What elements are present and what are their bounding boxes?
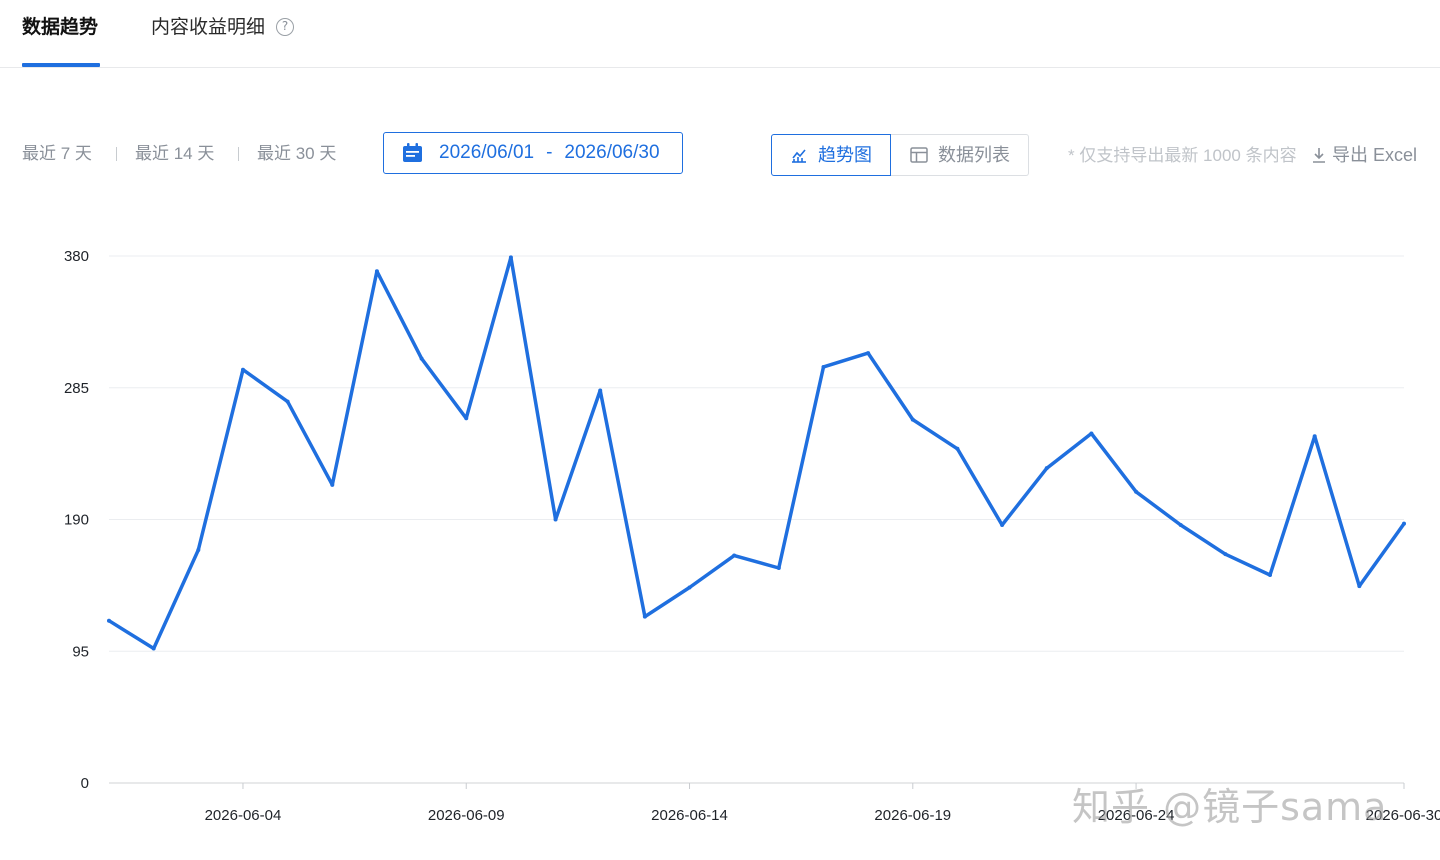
- data-point: [1178, 523, 1183, 528]
- data-point: [910, 417, 915, 422]
- export-excel-button[interactable]: 导出 Excel: [1312, 144, 1417, 166]
- table-view-label: 数据列表: [938, 145, 1010, 165]
- data-point: [1312, 434, 1317, 439]
- data-point: [419, 356, 424, 361]
- x-tick-label: 2026-06-14: [651, 807, 728, 824]
- date-end: 2026/06/30: [564, 142, 660, 163]
- data-point: [330, 482, 335, 487]
- data-point: [1268, 572, 1273, 577]
- table-icon: [910, 147, 928, 163]
- range-last-14-days[interactable]: 最近 14 天: [135, 142, 214, 166]
- data-point: [1044, 466, 1049, 471]
- data-point: [374, 269, 379, 274]
- data-point: [107, 618, 111, 623]
- data-point: [464, 416, 469, 421]
- date-separator: -: [546, 142, 553, 163]
- data-point: [642, 614, 647, 619]
- data-point: [821, 364, 826, 369]
- data-point: [732, 553, 737, 558]
- line-chart-icon: [792, 149, 806, 163]
- y-tick-label: 380: [64, 248, 89, 265]
- series-line: [107, 255, 1406, 651]
- active-tab-indicator: [22, 63, 100, 67]
- calendar-icon: [403, 143, 422, 162]
- date-start: 2026/06/01: [439, 142, 535, 163]
- x-tick-label: 2026-06-19: [874, 807, 951, 824]
- data-point: [285, 399, 290, 404]
- y-tick-label: 95: [72, 643, 89, 660]
- data-point: [1000, 523, 1005, 528]
- range-divider: [238, 147, 239, 161]
- data-point: [955, 446, 960, 451]
- tab-content-revenue-detail[interactable]: 内容收益明细: [151, 14, 265, 42]
- data-point: [776, 566, 781, 571]
- data-point: [866, 351, 871, 356]
- table-view-button[interactable]: 数据列表: [891, 134, 1029, 176]
- data-point: [598, 388, 603, 393]
- watermark: 知乎 @镜子sama: [1072, 785, 1388, 829]
- data-point: [1402, 521, 1406, 526]
- data-point: [196, 548, 201, 553]
- date-range-picker[interactable]: 2026/06/01-2026/06/30: [383, 132, 683, 174]
- export-limit-note: * 仅支持导出最新 1000 条内容: [1068, 146, 1297, 165]
- trend-view-button[interactable]: 趋势图: [771, 134, 891, 176]
- range-last-30-days[interactable]: 最近 30 天: [257, 142, 336, 166]
- trend-line-chart: 0 95 190 285 380 2026-06-04 2026-06-09 2026-06-…: [64, 248, 1440, 824]
- trend-view-label: 趋势图: [818, 145, 872, 165]
- download-icon: [1313, 148, 1325, 163]
- data-point: [1223, 552, 1228, 557]
- data-point: [240, 367, 245, 372]
- range-last-7-days[interactable]: 最近 7 天: [22, 142, 92, 166]
- data-point: [1134, 489, 1139, 494]
- y-tick-label: 190: [64, 512, 89, 529]
- range-divider: [116, 147, 117, 161]
- y-tick-label: 0: [81, 775, 89, 792]
- tab-data-trend[interactable]: 数据趋势: [22, 14, 98, 42]
- tab-bar: 数据趋势 内容收益明细 ?: [0, 0, 1440, 68]
- data-point: [508, 255, 513, 260]
- data-point: [1089, 431, 1094, 436]
- x-tick-label: 2026-06-04: [205, 807, 282, 824]
- question-circle-icon[interactable]: ?: [276, 18, 294, 36]
- data-point: [151, 646, 156, 651]
- data-point: [553, 517, 558, 522]
- export-excel-label: 导出 Excel: [1332, 145, 1418, 165]
- x-tick-label: 2026-06-09: [428, 807, 505, 824]
- y-tick-label: 285: [64, 380, 89, 397]
- data-point: [687, 585, 692, 590]
- data-point: [1357, 584, 1362, 589]
